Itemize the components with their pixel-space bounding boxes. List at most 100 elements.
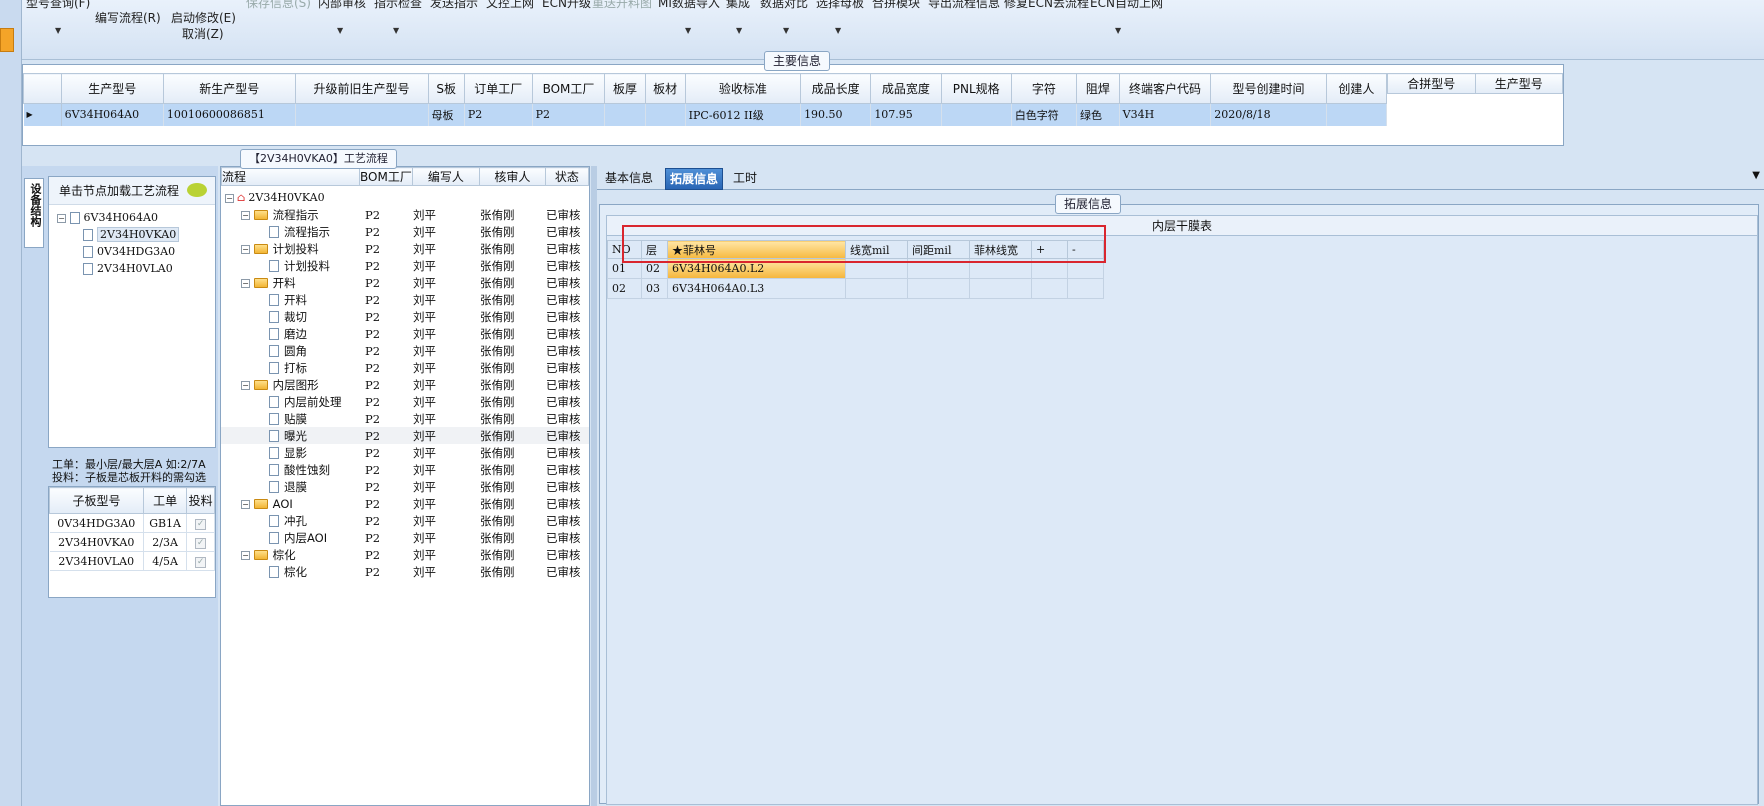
tab-menu-arrow[interactable]: ▼ xyxy=(1752,170,1760,181)
collapse-icon[interactable]: − xyxy=(225,193,234,203)
cell[interactable]: 6V34H064A0 xyxy=(61,103,164,126)
cell[interactable]: P2 xyxy=(464,103,533,126)
feeding-checkbox[interactable]: ✓ xyxy=(195,538,207,549)
select-mother-board-button[interactable]: 选择母板 xyxy=(816,0,864,11)
col-header[interactable]: 成品长度 xyxy=(800,73,872,104)
save-info-button[interactable]: 保存信息(S) xyxy=(246,0,311,11)
col-header[interactable]: 新生产型号 xyxy=(162,73,296,104)
cell[interactable] xyxy=(845,278,908,299)
collapse-icon[interactable]: − xyxy=(241,499,250,509)
dropdown-arrow[interactable]: ▼ xyxy=(1115,26,1121,35)
dropdown-arrow[interactable]: ▼ xyxy=(337,26,343,35)
flow-row[interactable]: − 计划投料 P2 刘平 张侑刚 已审核 xyxy=(221,240,589,257)
flow-row[interactable]: − 开料 P2 刘平 张侑刚 已审核 xyxy=(221,274,589,291)
col-reviewer[interactable]: 核审人 xyxy=(478,167,546,186)
col-header[interactable]: 阻焊 xyxy=(1076,73,1120,104)
col-header[interactable]: 订单工厂 xyxy=(463,73,533,104)
cell[interactable]: 190.50 xyxy=(800,103,872,126)
flow-row[interactable]: 开料 P2 刘平 张侑刚 已审核 xyxy=(221,291,589,308)
flow-row[interactable]: − 流程指示 P2 刘平 张侑刚 已审核 xyxy=(221,206,589,223)
cell[interactable] xyxy=(969,278,1032,299)
dropdown-arrow[interactable]: ▼ xyxy=(685,26,691,35)
collapse-icon[interactable]: − xyxy=(241,278,250,288)
cell[interactable]: 2020/8/18 xyxy=(1210,103,1327,126)
collapse-icon[interactable]: − xyxy=(241,550,250,560)
col-header[interactable]: S板 xyxy=(427,73,465,104)
table-row[interactable]: 2V34H0VKA0 2/3A ✓ xyxy=(49,532,215,552)
col-header[interactable]: 终端客户代码 xyxy=(1118,73,1212,104)
ecn-upgrade-button[interactable]: ECN升级 xyxy=(542,0,591,11)
collapse-icon[interactable]: − xyxy=(241,210,250,220)
table-row[interactable]: 2V34H0VLA0 4/5A ✓ xyxy=(49,551,215,571)
cell[interactable]: 02 xyxy=(607,278,642,299)
sub-col-header[interactable]: 投料 xyxy=(186,487,215,514)
structure-vtab[interactable]: 设备结构 xyxy=(24,178,44,248)
col-header[interactable]: 生产型号 xyxy=(60,73,164,104)
flow-row[interactable]: 贴膜 P2 刘平 张侑刚 已审核 xyxy=(221,410,589,427)
doc-online-button[interactable]: 文控上网 xyxy=(486,0,534,11)
flow-row[interactable]: 退膜 P2 刘平 张侑刚 已审核 xyxy=(221,478,589,495)
col-header[interactable]: 验收标准 xyxy=(684,73,802,104)
col-header[interactable]: PNL规格 xyxy=(940,73,1012,104)
cell[interactable] xyxy=(941,103,1012,126)
cell[interactable]: IPC-6012 II级 xyxy=(685,103,802,126)
flow-row[interactable]: − 棕化 P2 刘平 张侑刚 已审核 xyxy=(221,546,589,563)
table-row[interactable]: 0V34HDG3A0 GB1A ✓ xyxy=(49,513,215,533)
cell[interactable]: 白色字符 xyxy=(1011,103,1078,126)
dropdown-arrow[interactable]: ▼ xyxy=(393,26,399,35)
sub-col-header[interactable]: 工单 xyxy=(143,487,188,514)
send-indicator-button[interactable]: 发送指示 xyxy=(430,0,478,11)
flow-row[interactable]: 计划投料 P2 刘平 张侑刚 已审核 xyxy=(221,257,589,274)
collapse-icon[interactable]: − xyxy=(241,244,250,254)
flow-root-row[interactable]: − ⌂ 2V34H0VKA0 xyxy=(221,189,589,206)
flow-row[interactable]: 棕化 P2 刘平 张侑刚 已审核 xyxy=(221,563,589,580)
cell[interactable]: 10010600086851 xyxy=(163,103,296,126)
tree-node-child[interactable]: 0V34HDG3A0 xyxy=(57,245,215,262)
cell[interactable]: 母板 xyxy=(428,103,465,126)
collapse-icon[interactable]: − xyxy=(57,213,66,223)
col-header[interactable]: 升级前旧生产型号 xyxy=(294,73,429,104)
flow-row[interactable]: 曝光 P2 刘平 张侑刚 已审核 xyxy=(221,427,589,444)
integrate-button[interactable]: 集成 xyxy=(726,0,750,11)
dropdown-arrow[interactable]: ▼ xyxy=(783,26,789,35)
cell[interactable] xyxy=(1326,103,1388,126)
cell[interactable] xyxy=(907,278,970,299)
tree-node-root[interactable]: − 6V34H064A0 xyxy=(57,211,215,228)
flow-row[interactable]: 冲孔 P2 刘平 张侑刚 已审核 xyxy=(221,512,589,529)
cell[interactable] xyxy=(1067,278,1104,299)
dropdown-arrow[interactable]: ▼ xyxy=(55,26,61,35)
cell[interactable] xyxy=(645,103,686,126)
flow-row[interactable]: − AOI P2 刘平 张侑刚 已审核 xyxy=(221,495,589,512)
col-header[interactable]: BOM工厂 xyxy=(531,73,606,104)
tree-node-child[interactable]: 2V34H0VLA0 xyxy=(57,262,215,279)
cell[interactable] xyxy=(1031,278,1068,299)
feeding-checkbox[interactable]: ✓ xyxy=(195,557,207,568)
indicator-check-button[interactable]: 指示检查 xyxy=(374,0,422,11)
cell[interactable]: V34H xyxy=(1119,103,1212,126)
cell[interactable]: 绿色 xyxy=(1076,103,1120,126)
start-modify-button[interactable]: 启动修改(E) xyxy=(171,9,236,26)
cell[interactable]: P2 xyxy=(532,103,606,126)
flow-row[interactable]: − 内层图形 P2 刘平 张侑刚 已审核 xyxy=(221,376,589,393)
sub-col-header[interactable]: 子板型号 xyxy=(48,487,145,514)
data-compare-button[interactable]: 数据对比 xyxy=(760,0,808,11)
col-header[interactable]: 板厚 xyxy=(604,73,646,104)
feeding-checkbox[interactable]: ✓ xyxy=(195,519,207,530)
flow-row[interactable]: 内层前处理 P2 刘平 张侑刚 已审核 xyxy=(221,393,589,410)
model-query-button[interactable]: 型号查询(F) xyxy=(26,0,90,11)
tab-0[interactable]: 基本信息 xyxy=(601,168,657,190)
col-flow[interactable]: 流程 xyxy=(221,167,360,186)
col-header[interactable]: 板材 xyxy=(644,73,686,104)
col-writer[interactable]: 编写人 xyxy=(411,167,480,186)
resend-cutting-button[interactable]: 重送开料图 xyxy=(592,0,652,11)
internal-review-button[interactable]: 内部审核 xyxy=(318,0,366,11)
dropdown-arrow[interactable]: ▼ xyxy=(835,26,841,35)
table-row[interactable]: 02 03 6V34H064A0.L3 xyxy=(607,278,1104,299)
ecn-auto-online-button[interactable]: ECN自动上网 xyxy=(1090,0,1163,11)
flow-row[interactable]: 圆角 P2 刘平 张侑刚 已审核 xyxy=(221,342,589,359)
col-production-model[interactable]: 生产型号 xyxy=(1474,73,1563,94)
dock-tab-active[interactable] xyxy=(0,28,14,52)
flow-row[interactable]: 打标 P2 刘平 张侑刚 已审核 xyxy=(221,359,589,376)
collapse-icon[interactable]: − xyxy=(241,380,250,390)
flow-row[interactable]: 裁切 P2 刘平 张侑刚 已审核 xyxy=(221,308,589,325)
